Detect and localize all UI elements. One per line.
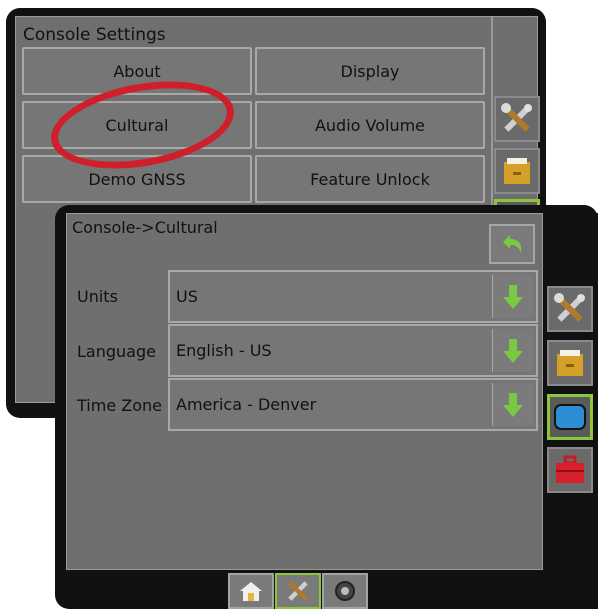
folder-icon[interactable] [547, 340, 593, 386]
back-button[interactable] [489, 224, 535, 264]
console-icon[interactable] [547, 394, 593, 440]
camera-icon [335, 581, 355, 601]
display-button[interactable]: Display [255, 47, 485, 95]
language-dropdown-button[interactable] [492, 329, 533, 372]
tools-tab[interactable] [275, 573, 321, 609]
language-label: Language [77, 342, 156, 361]
down-arrow-icon [503, 392, 523, 417]
folder-icon[interactable] [494, 148, 540, 194]
home-tab[interactable] [228, 573, 274, 609]
camera-tab[interactable] [322, 573, 368, 609]
units-value: US [176, 287, 198, 306]
home-icon [240, 582, 262, 601]
time-zone-dropdown-button[interactable] [492, 383, 533, 426]
down-arrow-icon [503, 284, 523, 309]
tools-icon[interactable] [494, 96, 540, 142]
language-dropdown[interactable]: English - US [168, 324, 538, 377]
time-zone-label: Time Zone [77, 396, 162, 415]
toolbox-icon[interactable] [547, 447, 593, 493]
time-zone-dropdown[interactable]: America - Denver [168, 378, 538, 431]
console-settings-title: Console Settings [23, 25, 166, 45]
audio-volume-button[interactable]: Audio Volume [255, 101, 485, 149]
units-label: Units [77, 287, 118, 306]
language-value: English - US [176, 341, 272, 360]
down-arrow-icon [503, 338, 523, 363]
feature-unlock-button[interactable]: Feature Unlock [255, 155, 485, 203]
units-dropdown-button[interactable] [492, 275, 533, 318]
bottom-tab-bar [228, 573, 368, 609]
time-zone-value: America - Denver [176, 395, 317, 414]
breadcrumb: Console->Cultural [72, 218, 218, 237]
tools-icon [288, 581, 308, 601]
tools-icon[interactable] [547, 286, 593, 332]
units-dropdown[interactable]: US [168, 270, 538, 323]
back-arrow-icon [503, 235, 522, 253]
